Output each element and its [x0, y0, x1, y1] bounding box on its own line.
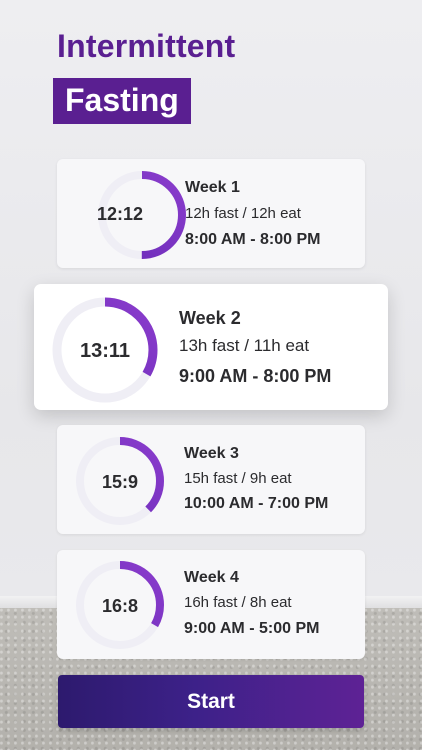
plan-card-week-4[interactable]: 16:8 Week 4 16h fast / 8h eat 9:00 AM - …	[57, 550, 365, 659]
ratio-label: 15:9	[101, 472, 139, 492]
fast-eat-split: 12h fast / 12h eat	[185, 205, 301, 222]
fast-eat-split: 13h fast / 11h eat	[179, 336, 310, 355]
page-title-highlight: Fasting	[53, 78, 191, 124]
fast-eat-split: 15h fast / 9h eat	[184, 470, 292, 487]
week-label: Week 2	[179, 308, 241, 328]
page-title: Intermittent	[57, 28, 236, 64]
eating-window: 9:00 AM - 8:00 PM	[179, 366, 332, 386]
eating-window: 9:00 AM - 5:00 PM	[184, 620, 320, 637]
week-label: Week 1	[185, 179, 240, 196]
week-label: Week 3	[184, 445, 239, 462]
ratio-label: 16:8	[101, 596, 139, 616]
eating-window: 10:00 AM - 7:00 PM	[184, 495, 329, 512]
week-label: Week 4	[184, 569, 239, 586]
plan-card-week-1[interactable]: 12:12 Week 1 12h fast / 12h eat 8:00 AM …	[57, 159, 365, 268]
fast-eat-split: 16h fast / 8h eat	[184, 594, 292, 611]
ratio-label: 13:11	[79, 340, 131, 362]
plan-card-week-2[interactable]: 13:11 Week 2 13h fast / 11h eat 9:00 AM …	[34, 284, 388, 410]
plan-card-week-3[interactable]: 15:9 Week 3 15h fast / 9h eat 10:00 AM -…	[57, 425, 365, 534]
eating-window: 8:00 AM - 8:00 PM	[185, 231, 321, 248]
start-button[interactable]: Start	[58, 675, 364, 728]
ratio-label: 12:12	[97, 204, 144, 224]
